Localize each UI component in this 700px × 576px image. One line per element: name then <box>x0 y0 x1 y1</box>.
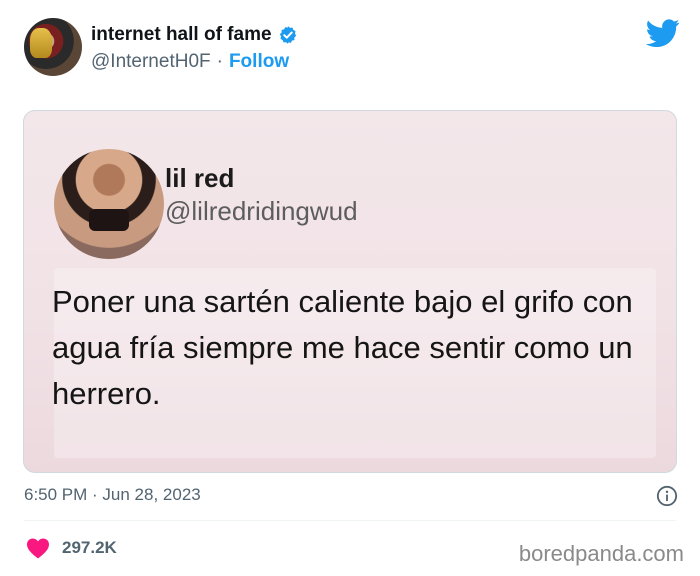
author-block: internet hall of fame @InternetH0F · Fol… <box>91 23 298 73</box>
heart-icon[interactable] <box>26 537 50 559</box>
twitter-icon[interactable] <box>646 16 680 50</box>
embedded-handle: @lilredridingwud <box>165 196 358 226</box>
author-name-row: internet hall of fame <box>91 23 298 47</box>
embedded-name: lil red <box>165 163 235 193</box>
info-icon[interactable] <box>656 485 678 507</box>
like-count: 297.2K <box>62 538 117 557</box>
embedded-tweet-text: Poner una sartén caliente bajo el grifo … <box>52 284 633 411</box>
watermark: boredpanda.com <box>518 541 684 566</box>
like-action[interactable]: 297.2K <box>26 537 117 559</box>
follow-button[interactable]: Follow <box>229 51 289 73</box>
author-handle[interactable]: @InternetH0F <box>91 51 211 73</box>
author-avatar[interactable] <box>24 18 82 76</box>
author-name[interactable]: internet hall of fame <box>91 24 272 46</box>
embedded-avatar <box>54 149 164 259</box>
divider <box>24 520 676 521</box>
embedded-image-card[interactable]: lil red @lilredridingwud Poner una sarté… <box>23 110 677 473</box>
author-subline: @InternetH0F · Follow <box>91 51 298 73</box>
verified-icon <box>279 26 296 44</box>
tweet-timestamp[interactable]: 6:50 PM · Jun 28, 2023 <box>24 485 201 505</box>
separator-dot: · <box>216 51 223 72</box>
tweet-header: internet hall of fame @InternetH0F · Fol… <box>24 16 680 80</box>
